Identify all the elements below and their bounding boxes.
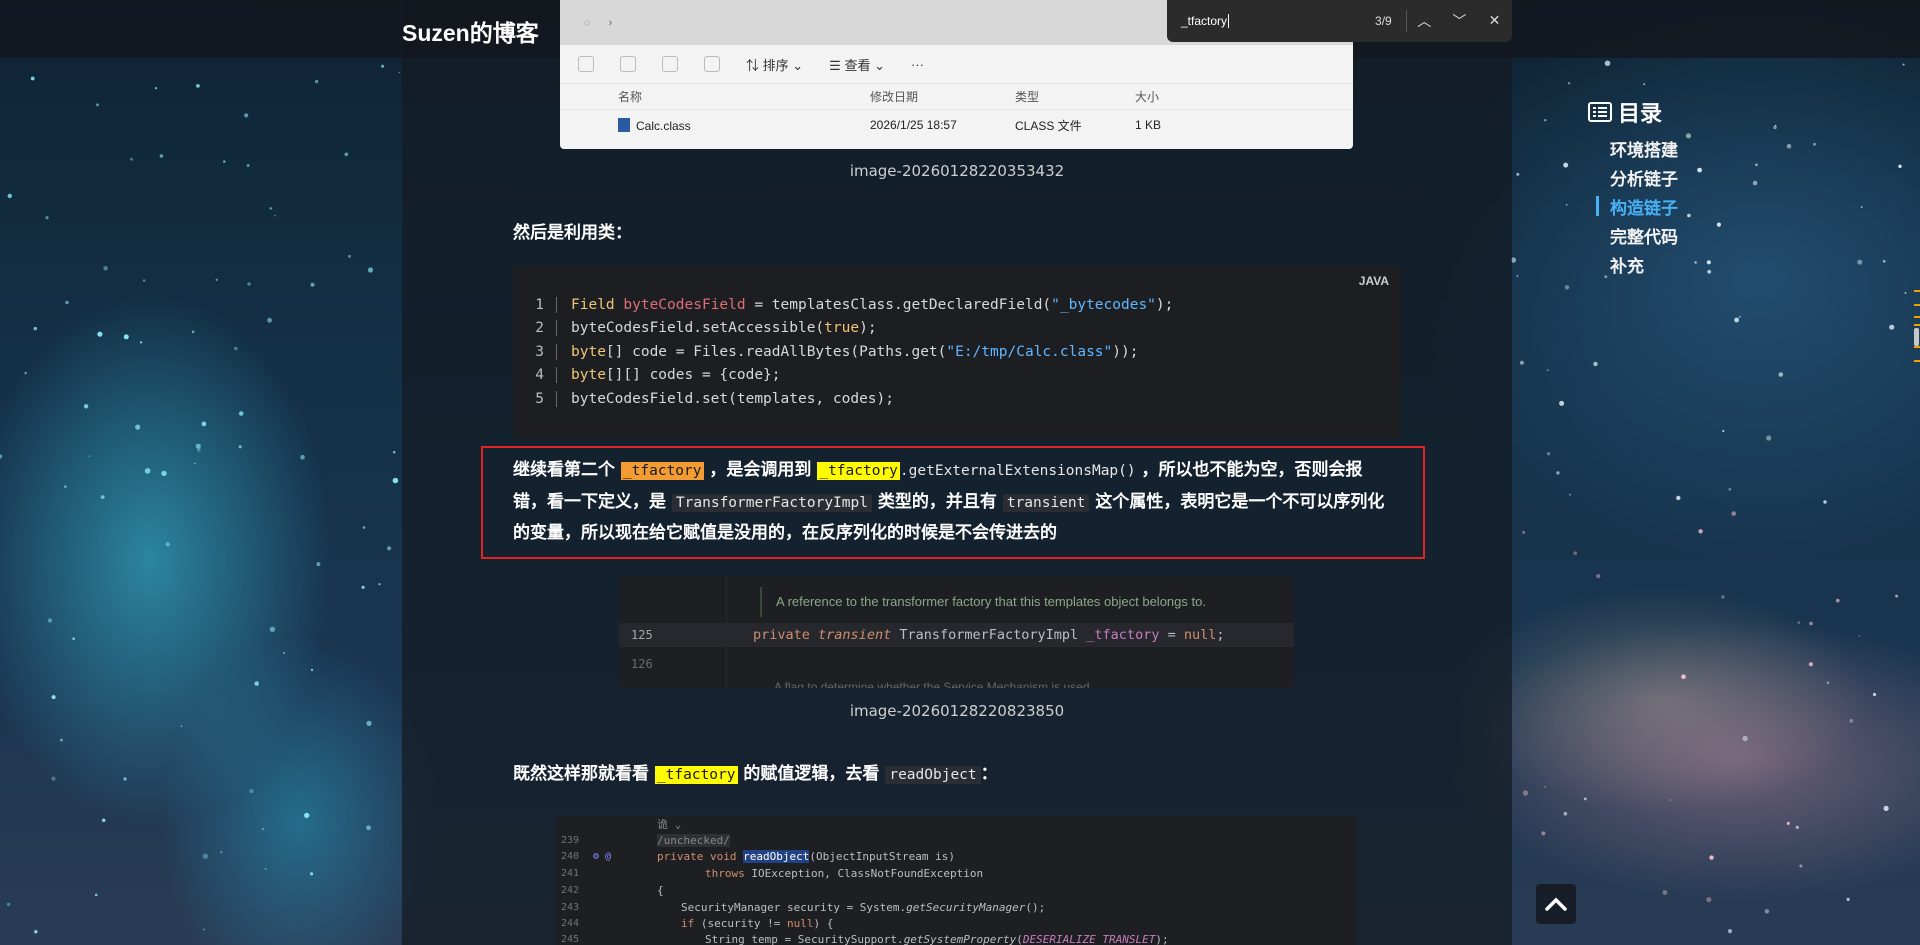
ide-screenshot-readobject: 诡 ⌄ 239/unchecked/ 240 ⚙ @ private void re… bbox=[557, 816, 1357, 945]
col-size: 大小 bbox=[1135, 90, 1160, 104]
override-icon: ⚙ @ bbox=[593, 850, 612, 862]
scroll-to-top-button[interactable] bbox=[1536, 884, 1576, 924]
file-date: 2026/1/25 18:57 bbox=[870, 118, 957, 132]
find-scroll-marker bbox=[1914, 360, 1920, 362]
copy-icon bbox=[578, 56, 594, 72]
find-scroll-marker bbox=[1914, 316, 1920, 318]
chevron-down-icon: ﹀ bbox=[1452, 14, 1467, 30]
javadoc-comment-cut: A flag to determine whether the Service … bbox=[774, 680, 1090, 688]
explorer-file-row: Calc.class 2026/1/25 18:57 CLASS 文件 1 KB bbox=[560, 110, 1353, 140]
search-match: _tfactory bbox=[817, 462, 900, 480]
java-class-file-icon bbox=[618, 117, 630, 132]
chevron-up-icon bbox=[1545, 897, 1567, 911]
find-scroll-marker bbox=[1914, 290, 1920, 292]
find-previous-button[interactable]: ︿ bbox=[1407, 11, 1442, 31]
explorer-toolbar: ⇅ 排序 ⌄ ☰ 查看 ⌄ ··· bbox=[560, 45, 1353, 84]
code-line-125: 125 private transient TransformerFactory… bbox=[619, 623, 1294, 647]
file-type: CLASS 文件 bbox=[1015, 118, 1082, 133]
chevron-right-icon: › bbox=[608, 16, 613, 29]
close-icon: ✕ bbox=[1488, 13, 1501, 29]
code-line: 1 Field byteCodesField = templatesClass.g… bbox=[513, 293, 1173, 317]
col-type: 类型 bbox=[1015, 90, 1040, 104]
paste-icon bbox=[620, 56, 636, 72]
find-scroll-marker bbox=[1914, 324, 1920, 326]
share-icon bbox=[662, 56, 678, 72]
toc-item-env-setup[interactable]: 环境搭建 bbox=[1610, 136, 1678, 161]
find-next-button[interactable]: ﹀ bbox=[1442, 11, 1477, 31]
code-line: 4 byte[][] codes = {code}; bbox=[513, 364, 1173, 388]
find-input[interactable]: _tfactory bbox=[1181, 14, 1347, 28]
file-name: Calc.class bbox=[636, 118, 691, 133]
find-in-page-bar: _tfactory 3/9 ︿ ﹀ ✕ bbox=[1167, 0, 1512, 42]
site-title[interactable]: Suzen的博客 bbox=[402, 14, 539, 48]
search-match: _tfactory bbox=[654, 766, 738, 784]
find-match-count: 3/9 bbox=[1375, 14, 1392, 28]
code-block-java: JAVA 1 Field byteCodesField = templatesCl… bbox=[513, 266, 1401, 439]
file-size: 1 KB bbox=[1135, 118, 1162, 132]
sort-button: ⇅ 排序 ⌄ bbox=[746, 57, 804, 73]
code-language-label: JAVA bbox=[1358, 274, 1389, 288]
view-button: ☰ 查看 ⌄ bbox=[829, 57, 885, 73]
code-line-126: 126 bbox=[631, 657, 653, 671]
javadoc-comment: A reference to the transformer factory t… bbox=[760, 587, 1280, 617]
table-of-contents: 目录 bbox=[1588, 96, 1662, 128]
toc-item-full-code[interactable]: 完整代码 bbox=[1610, 223, 1678, 248]
more-button: ··· bbox=[910, 56, 924, 72]
paragraph-use-class: 然后是利用类： bbox=[513, 223, 632, 243]
chevron-up-icon: ︿ bbox=[1417, 14, 1432, 30]
ide-screenshot-definition: A reference to the transformer factory t… bbox=[619, 576, 1294, 688]
find-scroll-marker bbox=[1914, 304, 1920, 306]
col-date: 修改日期 bbox=[870, 90, 919, 104]
refresh-icon: ◌ bbox=[584, 16, 591, 29]
toc-item-supplement[interactable]: 补充 bbox=[1610, 252, 1644, 277]
toc-title: 目录 bbox=[1588, 96, 1662, 128]
col-name: 名称 bbox=[618, 90, 643, 104]
page-scrollbar[interactable] bbox=[1912, 58, 1920, 945]
image-caption-1: image-20260128220353432 bbox=[849, 162, 1065, 180]
list-icon bbox=[1588, 102, 1612, 122]
search-match-current: _tfactory bbox=[620, 462, 704, 480]
toc-active-indicator bbox=[1596, 196, 1599, 216]
delete-icon bbox=[704, 56, 720, 72]
explorer-column-header: 名称 修改日期 类型 大小 bbox=[560, 84, 1353, 110]
paragraph-tfactory-explain: 继续看第二个 _tfactory ，是会调用到 _tfactory .getExt… bbox=[513, 460, 1385, 543]
scrollbar-thumb[interactable] bbox=[1914, 328, 1919, 346]
paragraph-tfactory-assign: 既然这样那就看看 _tfactory 的赋值逻辑，去看 readObject： bbox=[513, 764, 998, 784]
toc-item-analyze-chain[interactable]: 分析链子 bbox=[1610, 165, 1678, 190]
toc-item-build-chain[interactable]: 构造链子 bbox=[1610, 194, 1678, 219]
code-line: 3 byte[] code = Files.readAllBytes(Paths.… bbox=[513, 340, 1173, 364]
code-line: 2 byteCodesField.setAccessible(true); bbox=[513, 317, 1173, 341]
image-caption-2: image-20260128220823850 bbox=[849, 702, 1065, 720]
find-close-button[interactable]: ✕ bbox=[1477, 13, 1512, 29]
code-line: 5 byteCodesField.set(templates, codes); bbox=[513, 387, 1173, 411]
find-scroll-marker bbox=[1914, 346, 1920, 348]
